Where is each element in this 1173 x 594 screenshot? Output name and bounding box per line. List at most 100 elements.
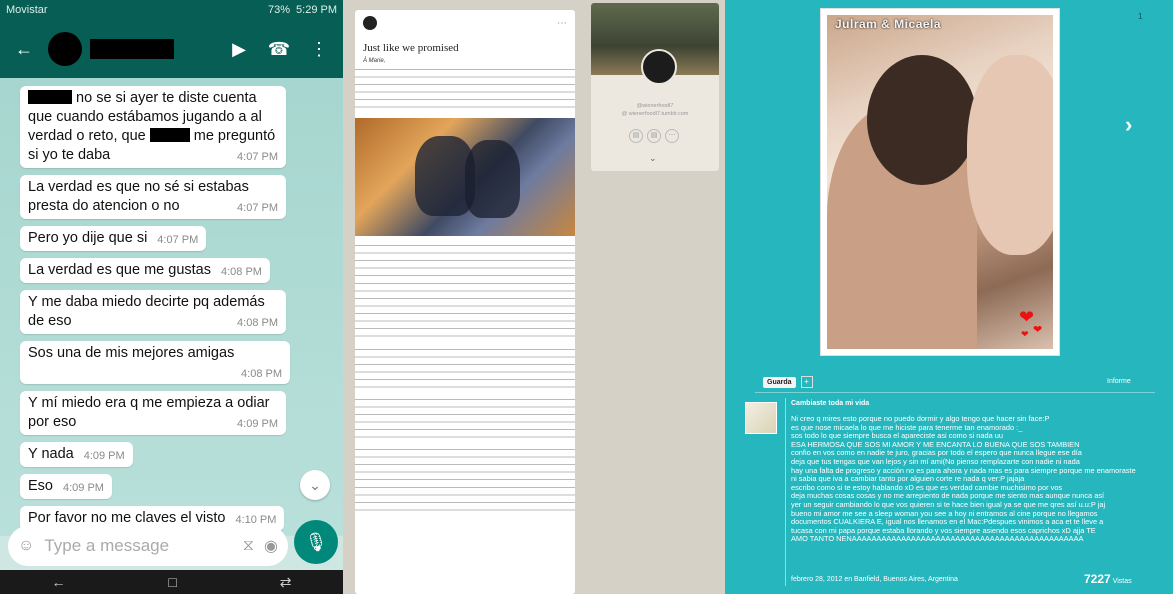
post-body: Ni creo q mires esto porque no puedo dor…	[791, 414, 1136, 544]
message-bubble: Eso 4:09 PM	[20, 474, 112, 499]
views-count: 7227	[1084, 572, 1111, 586]
post-greeting: À Marie,	[363, 58, 386, 64]
message-time: 4:10 PM	[235, 514, 277, 526]
redacted-name	[28, 90, 72, 104]
views-label: Vistas	[1112, 578, 1132, 585]
plus-icon[interactable]: +	[800, 376, 813, 388]
message-list: no se si ayer te diste cuenta que cuando…	[0, 78, 343, 536]
photo-frame: Julram & Micaela ❤ ❤ ❤	[820, 8, 1060, 356]
message-text: Y mí miedo era q me empieza a odiar por …	[28, 395, 270, 430]
contact-avatar-redacted[interactable]	[48, 32, 82, 66]
blog-action-buttons: ▤ ▤ ⋯	[629, 129, 679, 143]
battery-label: 73%	[268, 4, 291, 16]
post-title: Cambiaste toda mi vida	[791, 400, 870, 407]
photo-actions: Guarda +	[763, 376, 813, 388]
message-bubble: Y nada 4:09 PM	[20, 442, 133, 467]
more-options-icon[interactable]: ⋮	[303, 39, 335, 60]
next-arrow-icon[interactable]: ›	[1125, 112, 1132, 138]
nav-back-icon[interactable]: ←	[51, 574, 65, 590]
tumblr-post: ⋯ Just like we promised À Marie,	[355, 10, 575, 594]
blog-avatar[interactable]	[363, 16, 377, 30]
emoji-icon[interactable]: ☺	[18, 537, 34, 555]
blog-sidebar-card: @wienerfoodl7 @ wienerfoodl7.tumblr.com …	[591, 3, 719, 171]
message-bubble: Y me daba miedo decirte pq además de eso…	[20, 290, 286, 334]
clock-label: 5:29 PM	[296, 4, 337, 16]
blog-avatar-large[interactable]	[641, 49, 677, 85]
message-bubble: no se si ayer te diste cuenta que cuando…	[20, 86, 286, 168]
back-arrow-icon[interactable]: ←	[8, 39, 40, 60]
message-bubble: Pero yo dije que si 4:07 PM	[20, 226, 207, 251]
message-bubble: La verdad es que me gustas 4:08 PM	[20, 258, 270, 283]
save-button[interactable]: Guarda	[763, 376, 796, 388]
message-time: 4:09 PM	[83, 450, 125, 462]
message-input[interactable]: Type a message	[44, 536, 232, 556]
post-title: Just like we promised	[363, 42, 459, 54]
android-nav-bar: ← □ ⇄	[0, 570, 343, 594]
photo-caption: Julram & Micaela	[835, 17, 942, 31]
post-paragraph-illegible	[355, 446, 575, 480]
more-icon[interactable]: ⋯	[665, 129, 679, 143]
page-number: 1	[1138, 12, 1143, 21]
video-call-icon[interactable]: ▶	[223, 39, 255, 60]
scroll-down-icon[interactable]: ⌄	[300, 470, 330, 500]
painting-figure	[465, 140, 520, 218]
message-text: Por favor no me claves el visto	[28, 510, 226, 526]
camera-icon[interactable]: ◉	[264, 536, 278, 556]
post-painting-image	[355, 118, 575, 236]
message-text: La verdad es que no sé si estabas presta…	[28, 179, 249, 214]
post-paragraph-illegible	[355, 66, 575, 112]
blog-handle[interactable]: @wienerfoodl7	[591, 103, 719, 109]
carrier-label: Movistar	[6, 4, 48, 16]
message-time: 4:09 PM	[63, 482, 104, 494]
microphone-icon: 🎙	[304, 532, 328, 552]
message-time: 4:07 PM	[157, 234, 199, 246]
message-time: 4:07 PM	[237, 151, 278, 163]
post-paragraph-illegible	[355, 242, 575, 276]
author-thumbnail[interactable]	[745, 402, 777, 434]
message-composer[interactable]: ☺ Type a message ⧖ ◉	[8, 526, 288, 566]
archive-icon[interactable]: ▤	[629, 129, 643, 143]
heart-icon: ❤	[1021, 329, 1029, 339]
nav-home-icon[interactable]: □	[168, 574, 176, 590]
whatsapp-screenshot: Movistar 73% 5:29 PM ← ▶ ☎ ⋮ no se si ay…	[0, 0, 343, 594]
post-paragraph-illegible	[355, 346, 575, 392]
message-bubble: Sos una de mis mejores amigas 4:08 PM	[20, 341, 290, 384]
post-paragraph-illegible	[355, 484, 575, 514]
message-time: 4:08 PM	[220, 266, 262, 278]
redacted-name	[149, 128, 190, 142]
message-time: 4:07 PM	[237, 202, 278, 214]
nav-recent-icon[interactable]: ⇄	[280, 574, 292, 591]
contact-name-redacted[interactable]	[90, 39, 174, 59]
chevron-down-icon[interactable]: ⌄	[649, 153, 657, 164]
fotolog-screenshot: Julram & Micaela ❤ ❤ ❤ 1 › Guarda + Info…	[725, 0, 1173, 594]
phone-call-icon[interactable]: ☎	[263, 39, 295, 60]
microphone-button[interactable]: 🎙	[294, 520, 338, 564]
couple-photo[interactable]: Julram & Micaela ❤ ❤ ❤	[827, 15, 1053, 349]
message-bubble: La verdad es que no sé si estabas presta…	[20, 175, 286, 219]
report-link[interactable]: Informe	[1107, 378, 1131, 385]
message-time: 4:09 PM	[237, 418, 278, 430]
blog-url[interactable]: @ wienerfoodl7.tumblr.com	[591, 111, 719, 117]
message-text: Pero yo dije que si	[28, 230, 148, 246]
message-text: Sos una de mis mejores amigas	[28, 345, 235, 361]
message-text: Y nada	[28, 446, 74, 462]
view-counter: 7227 Vistas	[1084, 572, 1132, 586]
photo-person-shape	[967, 55, 1053, 255]
message-text: Eso	[28, 478, 53, 494]
post-meta: febrero 28, 2012 en Banfield, Buenos Air…	[791, 576, 958, 583]
ask-icon[interactable]: ▤	[647, 129, 661, 143]
post-menu-icon[interactable]: ⋯	[557, 18, 567, 29]
message-time: 4:08 PM	[237, 317, 278, 329]
tumblr-screenshot: ⋯ Just like we promised À Marie, @wiener…	[343, 0, 725, 594]
message-text: Y me daba miedo decirte pq además de eso	[28, 294, 265, 329]
chat-header: ← ▶ ☎ ⋮	[0, 20, 343, 78]
status-bar: Movistar 73% 5:29 PM	[0, 0, 343, 20]
message-bubble: Y mí miedo era q me empieza a odiar por …	[20, 391, 286, 435]
message-time: 4:08 PM	[241, 368, 282, 380]
post-paragraph-illegible	[355, 280, 575, 342]
post-header: ⋯	[355, 10, 575, 36]
message-text: La verdad es que me gustas	[28, 262, 211, 278]
heart-icon: ❤	[1033, 324, 1043, 336]
photo-person-shape	[867, 55, 977, 185]
attach-icon[interactable]: ⧖	[243, 537, 254, 555]
